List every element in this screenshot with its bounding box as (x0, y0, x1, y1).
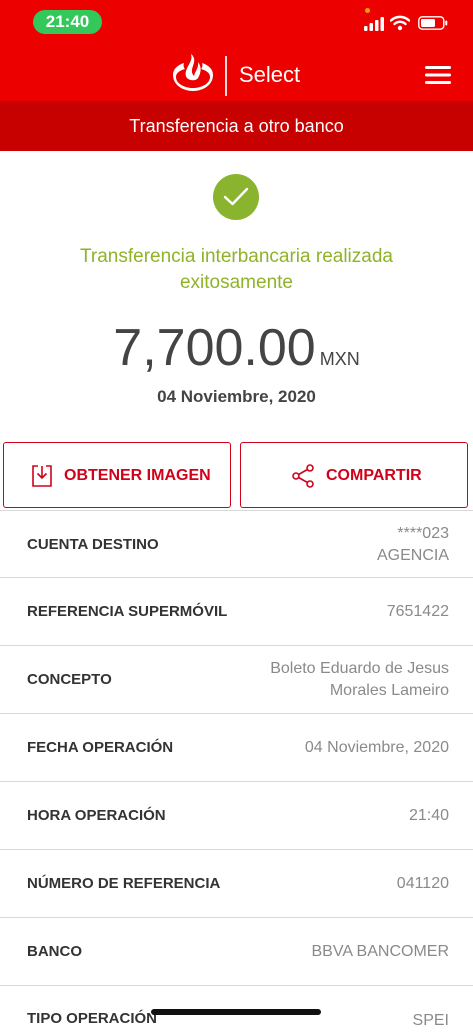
detail-value: Boleto Eduardo de Jesus Morales Lameiro (270, 659, 449, 699)
detail-label: HORA OPERACIÓN (27, 807, 166, 824)
detail-row-numero-referencia: NÚMERO DE REFERENCIA 041120 (0, 850, 473, 918)
transfer-details-list: CUENTA DESTINO ****023 AGENCIA REFERENCI… (0, 510, 473, 1029)
share-icon (292, 464, 314, 488)
detail-row-banco: BANCO BBVA BANCOMER (0, 918, 473, 986)
get-image-label: OBTENER IMAGEN (64, 467, 211, 484)
signal-icon (364, 17, 384, 31)
santander-flame-icon (173, 54, 213, 91)
detail-label: FECHA OPERACIÓN (27, 739, 174, 756)
detail-value: 04 Noviembre, 2020 (304, 738, 449, 756)
detail-row-referencia-supermovil: REFERENCIA SUPERMÓVIL 7651422 (0, 578, 473, 646)
detail-value: ****023 AGENCIA (376, 524, 449, 564)
detail-row-fecha-operacion: FECHA OPERACIÓN 04 Noviembre, 2020 (0, 714, 473, 782)
detail-label: BANCO (27, 943, 82, 960)
detail-row-concepto: CONCEPTO Boleto Eduardo de Jesus Morales… (0, 646, 473, 714)
get-image-button[interactable]: OBTENER IMAGEN (3, 442, 231, 508)
share-label: COMPARTIR (326, 467, 422, 484)
wifi-icon (390, 15, 410, 31)
amount-currency: MXN (319, 349, 360, 369)
detail-label: CUENTA DESTINO (27, 536, 159, 553)
amount-value: 7,700.00 (113, 319, 316, 377)
detail-value: BBVA BANCOMER (311, 942, 449, 960)
share-button[interactable]: COMPARTIR (240, 442, 468, 508)
transfer-amount: 7,700.00 MXN (0, 318, 473, 378)
page-title: Transferencia a otro banco (0, 101, 473, 151)
brand-name: Select (239, 62, 301, 87)
success-message: Transferencia interbancaria realizada ex… (80, 246, 393, 293)
menu-icon[interactable] (425, 66, 451, 84)
privacy-indicator-icon (365, 8, 370, 13)
detail-label: NÚMERO DE REFERENCIA (27, 875, 221, 892)
brand-divider (225, 56, 227, 96)
app-header: 21:40 Select (0, 0, 473, 101)
detail-value: 7651422 (386, 602, 449, 620)
detail-row-tipo-operacion: TIPO OPERACIÓN SPEI (0, 986, 473, 1029)
detail-row-hora-operacion: HORA OPERACIÓN 21:40 (0, 782, 473, 850)
status-time: 21:40 (33, 10, 102, 34)
check-icon (223, 187, 249, 206)
download-image-icon (32, 465, 52, 487)
detail-label: TIPO OPERACIÓN (27, 1010, 158, 1027)
success-check-icon (213, 174, 259, 220)
detail-value: 21:40 (408, 806, 449, 824)
transfer-date: 04 Noviembre, 2020 (157, 387, 316, 406)
detail-value: 041120 (396, 874, 449, 892)
detail-label: REFERENCIA SUPERMÓVIL (27, 603, 228, 620)
detail-row-cuenta-destino: CUENTA DESTINO ****023 AGENCIA (0, 510, 473, 578)
detail-label: CONCEPTO (27, 671, 112, 688)
battery-icon (418, 16, 448, 30)
home-indicator[interactable] (151, 1009, 321, 1015)
